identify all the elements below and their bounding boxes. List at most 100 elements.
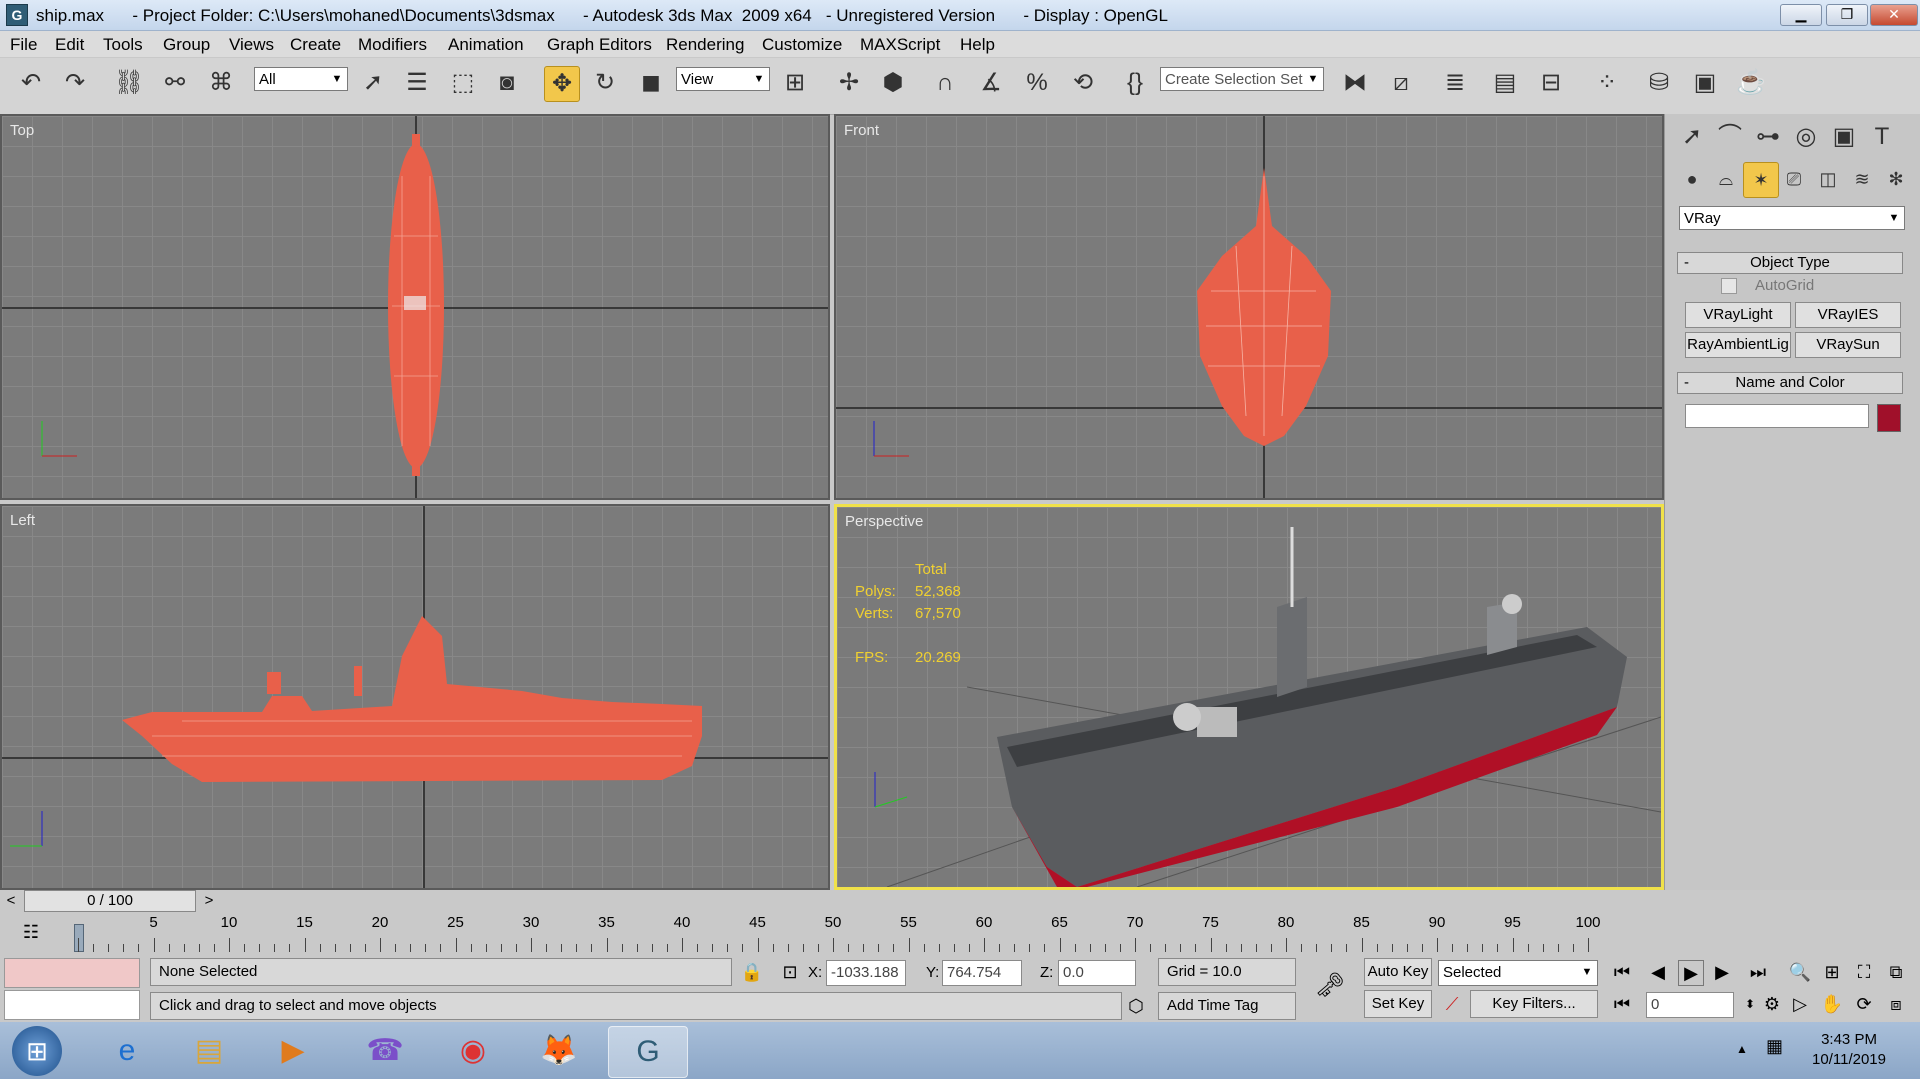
time-tag-icon[interactable]: ⬡ — [1124, 994, 1148, 1018]
chrome-icon[interactable]: ◉ — [434, 1026, 512, 1076]
time-slider-track[interactable]: < 0 / 100 > — [0, 890, 1664, 912]
percent-snap-icon[interactable]: % — [1020, 66, 1054, 100]
selection-filter-dropdown[interactable]: All ▼ — [254, 67, 348, 91]
menu-create[interactable]: Create — [290, 35, 341, 55]
set-key-button[interactable]: Set Key — [1364, 990, 1432, 1018]
window-crossing-icon[interactable]: ◙ — [490, 66, 524, 100]
object-name-field[interactable] — [1685, 404, 1869, 428]
media-player-icon[interactable]: ▶ — [254, 1026, 332, 1076]
key-mode-dropdown[interactable]: Selected ▼ — [1438, 960, 1598, 986]
snaps-toggle-icon[interactable]: ∩ — [928, 66, 962, 100]
menu-edit[interactable]: Edit — [55, 35, 84, 55]
lock-selection-icon[interactable]: 🔒 — [740, 960, 764, 984]
minimize-button[interactable]: ▁ — [1780, 4, 1822, 26]
key-tangent-icon[interactable]: ⟋ — [1440, 992, 1464, 1016]
viewport-perspective[interactable]: Perspective Total Polys: 52,368 Verts: 6… — [834, 504, 1664, 890]
vrayies-button[interactable]: VRayIES — [1795, 302, 1901, 328]
file-explorer-icon[interactable]: ▤ — [170, 1026, 248, 1076]
menu-graph-editors[interactable]: Graph Editors — [547, 35, 652, 55]
maximize-viewport-icon[interactable]: ⧈ — [1884, 992, 1908, 1016]
menu-modifiers[interactable]: Modifiers — [358, 35, 427, 55]
start-button[interactable]: ⊞ — [12, 1026, 62, 1076]
menu-maxscript[interactable]: MAXScript — [860, 35, 940, 55]
chevron-left-icon[interactable]: < — [0, 890, 22, 912]
material-editor-icon[interactable]: ⁘ — [1590, 66, 1624, 100]
pan-icon[interactable]: ✋ — [1820, 992, 1844, 1016]
spinner-snap-icon[interactable]: ⟲ — [1066, 66, 1100, 100]
max-script-listener-white[interactable] — [4, 990, 140, 1020]
curve-editor-icon[interactable]: ▤ — [1488, 66, 1522, 100]
vraylight-button[interactable]: VRayLight — [1685, 302, 1791, 328]
category-dropdown[interactable]: VRay ▼ — [1679, 206, 1905, 230]
key-mode-toggle-icon[interactable]: ⏮ — [1610, 992, 1634, 1016]
z-coordinate-field[interactable]: 0.0 — [1058, 960, 1136, 986]
select-object-icon[interactable]: ➚ — [356, 66, 390, 100]
network-icon[interactable]: ▦ — [1766, 1036, 1783, 1057]
space-warps-icon[interactable]: ≋ — [1845, 162, 1879, 196]
zoom-extents-icon[interactable]: ⛶ — [1852, 960, 1876, 984]
maximize-button[interactable]: ❐ — [1826, 4, 1868, 26]
internet-explorer-icon[interactable]: e — [88, 1026, 166, 1076]
field-of-view-icon[interactable]: ▷ — [1788, 992, 1812, 1016]
object-type-rollout[interactable]: - Object Type — [1677, 252, 1903, 274]
viewport-left[interactable]: Left — [0, 504, 830, 890]
undo-icon[interactable]: ↶ — [14, 66, 48, 100]
motion-tab-icon[interactable]: ◎ — [1789, 120, 1823, 154]
geometry-icon[interactable]: ● — [1675, 162, 1709, 196]
cameras-icon[interactable]: ⎚ — [1777, 162, 1811, 196]
system-clock[interactable]: 3:43 PM 10/11/2019 — [1812, 1030, 1886, 1070]
viewport-top[interactable]: Top — [0, 114, 830, 500]
chevron-right-icon[interactable]: > — [198, 890, 220, 912]
viber-icon[interactable]: ☎ — [346, 1026, 424, 1076]
previous-frame-icon[interactable]: ◀ — [1646, 960, 1670, 984]
mini-curve-editor-icon[interactable]: ☷ — [16, 922, 46, 946]
schematic-view-icon[interactable]: ⊟ — [1534, 66, 1568, 100]
systems-icon[interactable]: ✻ — [1879, 162, 1913, 196]
redo-icon[interactable]: ↷ — [58, 66, 92, 100]
x-coordinate-field[interactable]: -1033.188 — [826, 960, 906, 986]
firefox-icon[interactable]: 🦊 — [520, 1026, 598, 1076]
mirror-icon[interactable]: ⧓ — [1338, 66, 1372, 100]
track-bar[interactable]: 5 10 15 20 25 30 35 40 45 50 55 60 65 70 75 80 85 90 95 100 — [70, 914, 1601, 952]
auto-key-button[interactable]: Auto Key — [1364, 958, 1432, 986]
hierarchy-tab-icon[interactable]: ⊶ — [1751, 120, 1785, 154]
move-icon[interactable]: ✥ — [544, 66, 580, 102]
menu-tools[interactable]: Tools — [103, 35, 143, 55]
render-setup-icon[interactable]: ⛁ — [1642, 66, 1676, 100]
rotate-icon[interactable]: ↻ — [588, 66, 622, 100]
arc-rotate-icon[interactable]: ⟳ — [1852, 992, 1876, 1016]
3ds-max-taskbar-icon[interactable]: G — [608, 1026, 688, 1078]
frame-marker[interactable] — [74, 924, 84, 952]
utilities-tab-icon[interactable]: T — [1865, 120, 1899, 154]
helpers-icon[interactable]: ◫ — [1811, 162, 1845, 196]
viewport-front[interactable]: Front — [834, 114, 1664, 500]
vrayambientlight-button[interactable]: RayAmbientLig — [1685, 332, 1791, 358]
frame-spinner-icon[interactable]: ⬍ — [1738, 992, 1762, 1016]
go-to-start-icon[interactable]: ⏮ — [1610, 960, 1634, 984]
zoom-extents-all-icon[interactable]: ⧉ — [1884, 960, 1908, 984]
lights-icon[interactable]: ✶ — [1743, 162, 1779, 198]
manipulate-icon[interactable]: ✢ — [832, 66, 866, 100]
create-tab-icon[interactable]: ➚ — [1675, 120, 1709, 154]
pivot-center-icon[interactable]: ⊞ — [778, 66, 812, 100]
show-hidden-icons[interactable]: ▲ — [1736, 1042, 1748, 1056]
zoom-icon[interactable]: 🔍 — [1788, 960, 1812, 984]
set-key-icon[interactable]: 🗝 — [1312, 974, 1348, 998]
reference-coord-dropdown[interactable]: View ▼ — [676, 67, 770, 91]
scale-icon[interactable]: ◼ — [634, 66, 668, 100]
quick-render-icon[interactable]: ☕ — [1734, 66, 1768, 100]
menu-file[interactable]: File — [10, 35, 37, 55]
vraysun-button[interactable]: VRaySun — [1795, 332, 1901, 358]
rendered-frame-window-icon[interactable]: ▣ — [1688, 66, 1722, 100]
time-slider-thumb[interactable]: 0 / 100 — [24, 890, 196, 912]
y-coordinate-field[interactable]: 764.754 — [942, 960, 1022, 986]
menu-rendering[interactable]: Rendering — [666, 35, 744, 55]
close-button[interactable]: ✕ — [1870, 4, 1918, 26]
rectangular-selection-icon[interactable]: ⬚ — [446, 66, 480, 100]
max-script-listener-pink[interactable] — [4, 958, 140, 988]
name-color-rollout[interactable]: - Name and Color — [1677, 372, 1903, 394]
modify-tab-icon[interactable]: ⌒ — [1713, 120, 1747, 154]
add-time-tag-button[interactable]: Add Time Tag — [1158, 992, 1296, 1020]
absolute-mode-icon[interactable]: ⊡ — [778, 960, 802, 984]
current-frame-field[interactable]: 0 — [1646, 992, 1734, 1018]
